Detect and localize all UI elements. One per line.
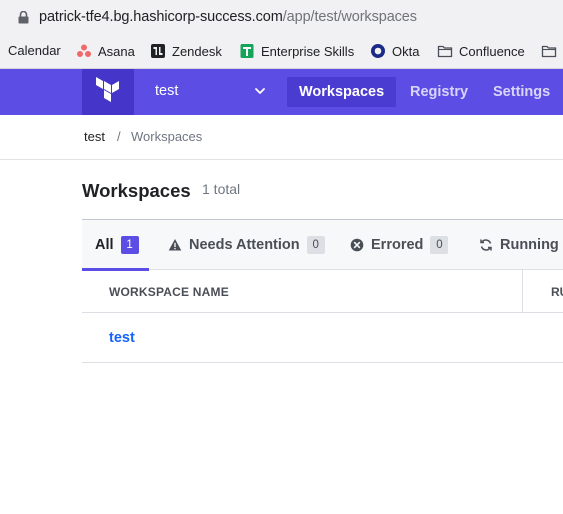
bookmark-enterprise-skills[interactable]: Enterprise Skills (239, 43, 354, 59)
nav-workspaces[interactable]: Workspaces (287, 77, 397, 107)
refresh-icon (480, 239, 492, 251)
bookmark-calendar[interactable]: Calendar (8, 43, 61, 58)
sheets-icon (240, 44, 254, 58)
tab-label: Running (500, 237, 559, 253)
column-header-workspace-name[interactable]: WORKSPACE NAME (109, 285, 229, 299)
terraform-logo-icon (96, 77, 119, 102)
breadcrumb-separator: / (117, 129, 121, 144)
bookmark-confluence[interactable]: Confluence (437, 43, 525, 59)
folder-icon (437, 45, 453, 58)
okta-icon (371, 44, 385, 58)
warning-icon (168, 239, 182, 251)
chevron-down-icon (255, 88, 265, 94)
bookmark-okta[interactable]: Okta (370, 43, 419, 59)
tab-count-badge: 0 (306, 236, 325, 254)
browser-address-bar[interactable]: patrick-tfe4.bg.hashicorp-success.com/ap… (0, 0, 563, 36)
asana-icon (77, 44, 91, 57)
page-title: Workspaces (82, 180, 191, 201)
workspace-total-count: 1 total (202, 181, 241, 197)
breadcrumb-current: Workspaces (131, 129, 203, 144)
tab-count-badge: 1 (120, 236, 139, 254)
bookmark-label: Confluence (459, 43, 525, 59)
table-header: WORKSPACE NAME RU (82, 270, 563, 313)
workspace-link[interactable]: test (109, 330, 135, 346)
bookmark-label: Enterprise Skills (261, 43, 355, 59)
breadcrumb: test / Workspaces (0, 115, 563, 160)
lock-icon (18, 11, 29, 24)
nav-registry[interactable]: Registry (398, 77, 480, 107)
org-switcher[interactable]: test (134, 69, 278, 115)
nav-settings[interactable]: Settings (481, 77, 562, 107)
column-divider (522, 270, 523, 312)
error-icon (350, 238, 364, 252)
zendesk-icon (151, 44, 165, 58)
table-row[interactable]: test (82, 313, 563, 363)
filter-tabs: All 1 Needs Attention 0 Errored 0 Runnin… (82, 219, 563, 271)
tab-label: Errored (371, 237, 424, 253)
tab-count-badge: 0 (430, 236, 449, 254)
bookmark-label: Okta (392, 43, 420, 59)
tab-errored[interactable]: Errored 0 (350, 220, 449, 270)
tab-label: All (95, 237, 114, 253)
bookmarks-bar: Calendar Asana Zendesk Enterprise Skills… (0, 36, 563, 69)
terraform-logo[interactable] (82, 69, 134, 115)
tab-needs-attention[interactable]: Needs Attention 0 (168, 220, 325, 270)
app-header: test Workspaces Registry Settings (0, 69, 563, 115)
column-header-run[interactable]: RU (551, 285, 563, 299)
bookmark-label: Zendesk (172, 43, 222, 59)
tab-label: Needs Attention (189, 237, 300, 253)
bookmark-label: Asana (98, 43, 135, 59)
folder-icon (541, 45, 557, 58)
url-path: /app/test/workspaces (282, 9, 417, 25)
bookmark-label: Calendar (8, 43, 61, 58)
url-host: patrick-tfe4.bg.hashicorp-success.com (39, 9, 283, 25)
url-text[interactable]: patrick-tfe4.bg.hashicorp-success.com/ap… (39, 9, 417, 25)
tab-all[interactable]: All 1 (82, 220, 148, 271)
bookmark-asana[interactable]: Asana (76, 43, 135, 59)
bookmark-zendesk[interactable]: Zendesk (150, 43, 222, 59)
bookmark-folder[interactable] (541, 43, 557, 59)
tab-running[interactable]: Running (479, 220, 559, 270)
breadcrumb-org-link[interactable]: test (84, 129, 105, 144)
org-name: test (155, 83, 179, 99)
